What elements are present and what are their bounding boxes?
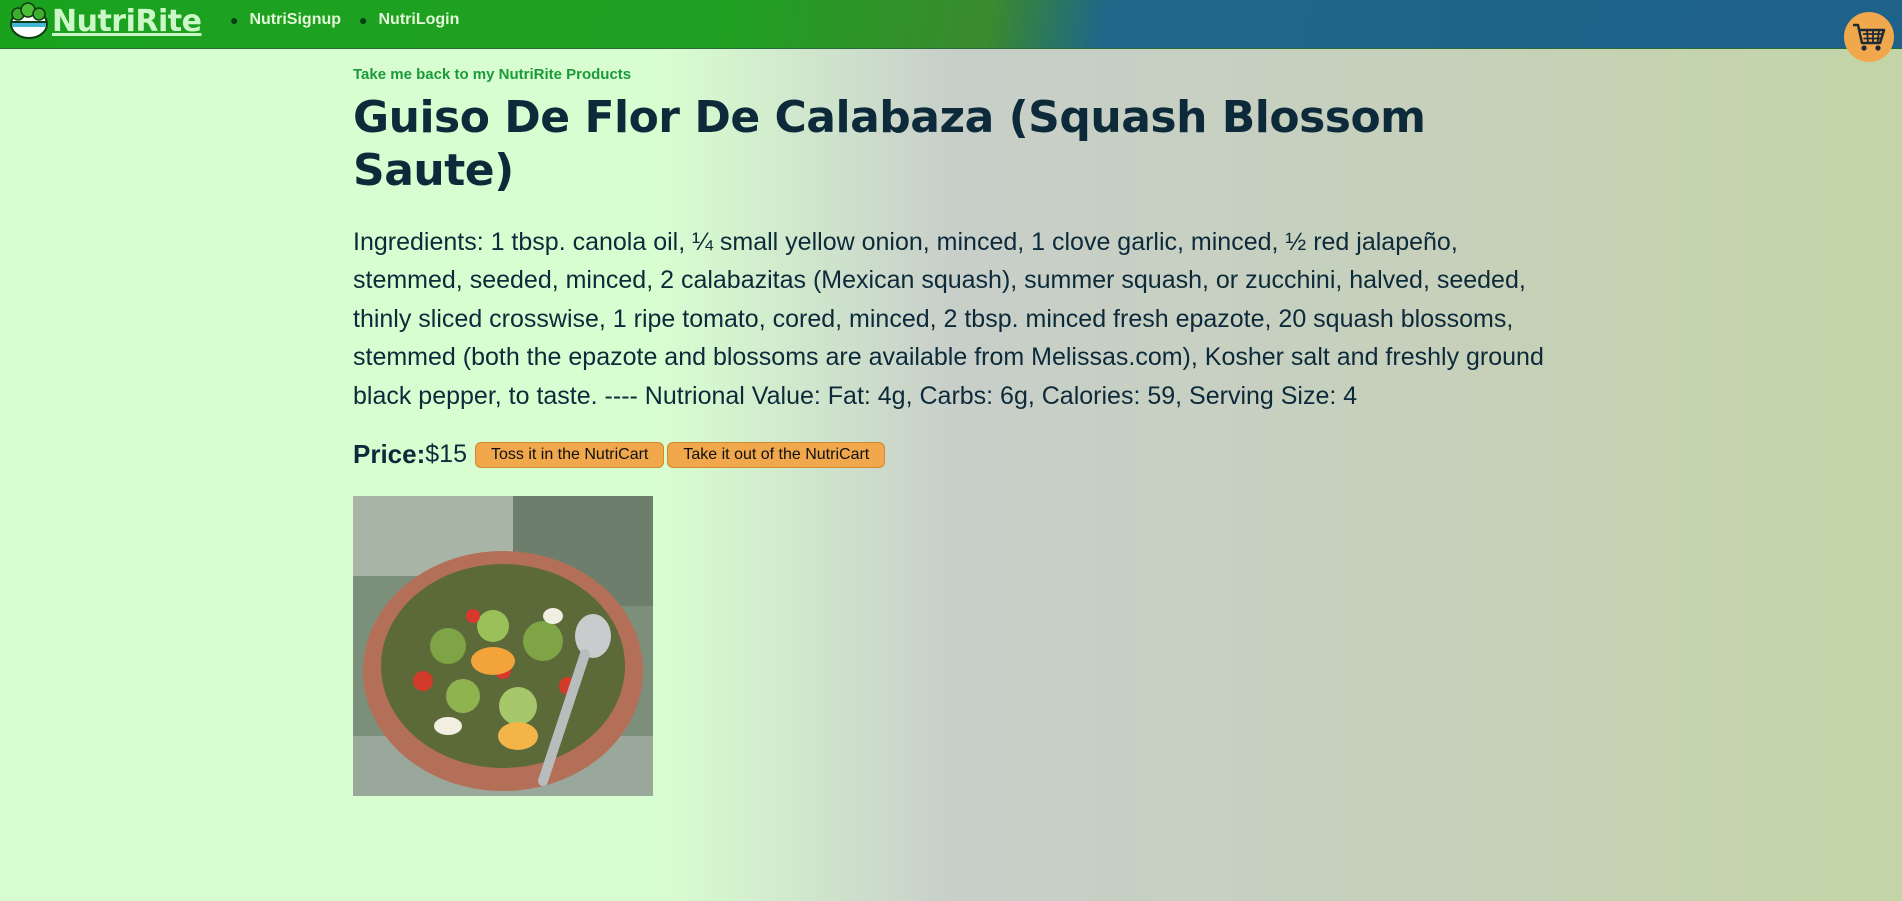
brand-name: NutriRite xyxy=(52,3,202,39)
bullet-icon: ● xyxy=(230,12,239,28)
add-to-cart-button[interactable]: Toss it in the NutriCart xyxy=(474,441,665,468)
product-image xyxy=(353,496,653,797)
remove-from-cart-button[interactable]: Take it out of the NutriCart xyxy=(667,441,886,468)
nutrisignup-link[interactable]: NutriSignup xyxy=(249,11,341,29)
nav-links: ● NutriSignup ● NutriLogin xyxy=(230,11,459,29)
nav-item-signup: ● NutriSignup xyxy=(230,11,341,29)
navbar: NutriRite ● NutriSignup ● NutriLogin xyxy=(0,0,1902,49)
back-to-products-link[interactable]: Take me back to my NutriRite Products xyxy=(353,66,631,83)
price-row: Price: $15 Toss it in the NutriCart Take… xyxy=(353,439,1573,470)
product-description: Ingredients: 1 tbsp. canola oil, ¼ small… xyxy=(353,227,1544,410)
nav-item-login: ● NutriLogin xyxy=(359,11,459,29)
shopping-cart-icon xyxy=(1853,23,1886,51)
bullet-icon: ● xyxy=(359,12,368,28)
price-value: $15 xyxy=(425,440,467,469)
brand-logo-link[interactable]: NutriRite xyxy=(8,2,202,40)
product-title: Guiso De Flor De Calabaza (Squash Blosso… xyxy=(353,92,1426,196)
cart-button[interactable] xyxy=(1844,12,1894,62)
salad-bowl-icon xyxy=(10,2,48,39)
price-label: Price: xyxy=(353,439,426,470)
product-detail: Take me back to my NutriRite Products Gu… xyxy=(353,66,1573,797)
nutrilogin-link[interactable]: NutriLogin xyxy=(378,11,459,29)
